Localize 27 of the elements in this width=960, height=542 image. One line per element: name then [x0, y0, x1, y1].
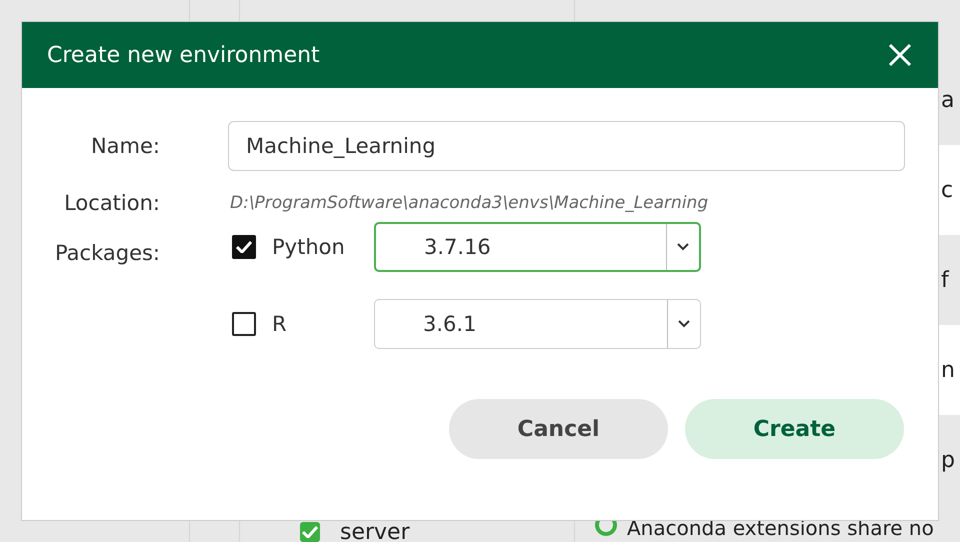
check-icon	[302, 526, 318, 538]
package-name: Python	[272, 235, 345, 259]
checkbox[interactable]	[232, 312, 256, 336]
location-path: D:\ProgramSoftware\anaconda3\envs\Machine_Learning	[229, 193, 710, 213]
check-icon	[236, 241, 252, 253]
version-dropdown[interactable]: 3.7.16	[374, 222, 701, 272]
name-input[interactable]: Machine_Learning	[228, 121, 905, 171]
cancel-button[interactable]: Cancel	[449, 399, 668, 459]
package-name: R	[272, 312, 287, 336]
field-label: Location:	[64, 191, 160, 215]
row-text: a	[941, 88, 954, 112]
version-dropdown[interactable]: 3.6.1	[374, 299, 701, 349]
row-text: f	[941, 268, 949, 292]
chevron-down-icon	[678, 320, 690, 328]
row-text: server	[340, 520, 410, 542]
close-icon[interactable]	[888, 43, 912, 67]
row-text: c	[941, 178, 954, 202]
chevron-down-icon	[677, 243, 689, 251]
create-button[interactable]: Create	[685, 399, 904, 459]
field-label: Name:	[90, 134, 160, 158]
row-text: p	[941, 448, 955, 472]
checkbox[interactable]	[300, 522, 320, 542]
dialog-title: Create new environment	[47, 42, 320, 68]
field-label: Packages:	[54, 241, 160, 265]
checkbox[interactable]	[232, 235, 256, 259]
status-text: Anaconda extensions share no	[627, 516, 934, 540]
row-text: n	[941, 358, 955, 382]
